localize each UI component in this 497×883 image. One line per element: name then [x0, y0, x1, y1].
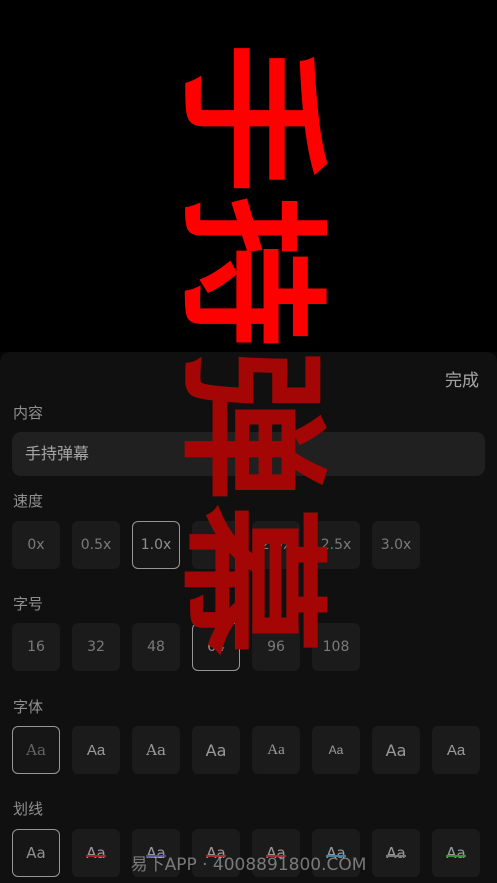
speed-option[interactable]: 0x — [12, 521, 60, 569]
watermark: 易下APP · 4008891800.COM — [130, 855, 367, 875]
content-input[interactable]: 手持弹幕 — [12, 432, 485, 476]
font-option[interactable]: Aa — [72, 726, 120, 774]
font-option[interactable]: Aa — [372, 726, 420, 774]
size-option[interactable]: 48 — [132, 623, 180, 671]
speed-option[interactable]: 2.5x — [312, 521, 360, 569]
size-option[interactable]: 32 — [72, 623, 120, 671]
font-label: 字体 — [13, 698, 44, 716]
content-label: 内容 — [13, 404, 44, 422]
speed-option[interactable]: 0.5x — [72, 521, 120, 569]
size-option[interactable]: 108 — [312, 623, 360, 671]
speed-label: 速度 — [13, 492, 44, 510]
font-options: Aa Aa Aa Aa Aa Aa Aa Aa — [12, 726, 480, 774]
speed-options: 0x 0.5x 1.0x 1.5x 2.0x 2.5x 3.0x — [12, 521, 420, 569]
settings-sheet: 完成 内容 手持弹幕 速度 0x 0.5x 1.0x 1.5x 2.0x 2.5… — [0, 352, 497, 883]
banner-char: 持 — [163, 196, 337, 347]
font-option[interactable]: Aa — [132, 726, 180, 774]
font-option[interactable]: Aa — [252, 726, 300, 774]
font-option[interactable]: Aa — [432, 726, 480, 774]
font-option[interactable]: Aa — [312, 726, 360, 774]
done-button[interactable]: 完成 — [445, 366, 479, 391]
speed-option[interactable]: 2.0x — [252, 521, 300, 569]
size-option[interactable]: 16 — [12, 623, 60, 671]
size-option-selected[interactable]: 64 — [192, 623, 240, 671]
speed-option-selected[interactable]: 1.0x — [132, 521, 180, 569]
stroke-label: 划线 — [13, 800, 44, 818]
font-option-selected[interactable]: Aa — [12, 726, 60, 774]
size-label: 字号 — [13, 595, 44, 613]
size-options: 16 32 48 64 96 108 — [12, 623, 360, 671]
speed-option[interactable]: 3.0x — [372, 521, 420, 569]
font-option[interactable]: Aa — [192, 726, 240, 774]
banner-char: 手 — [163, 42, 337, 193]
size-option[interactable]: 96 — [252, 623, 300, 671]
speed-option[interactable]: 1.5x — [192, 521, 240, 569]
